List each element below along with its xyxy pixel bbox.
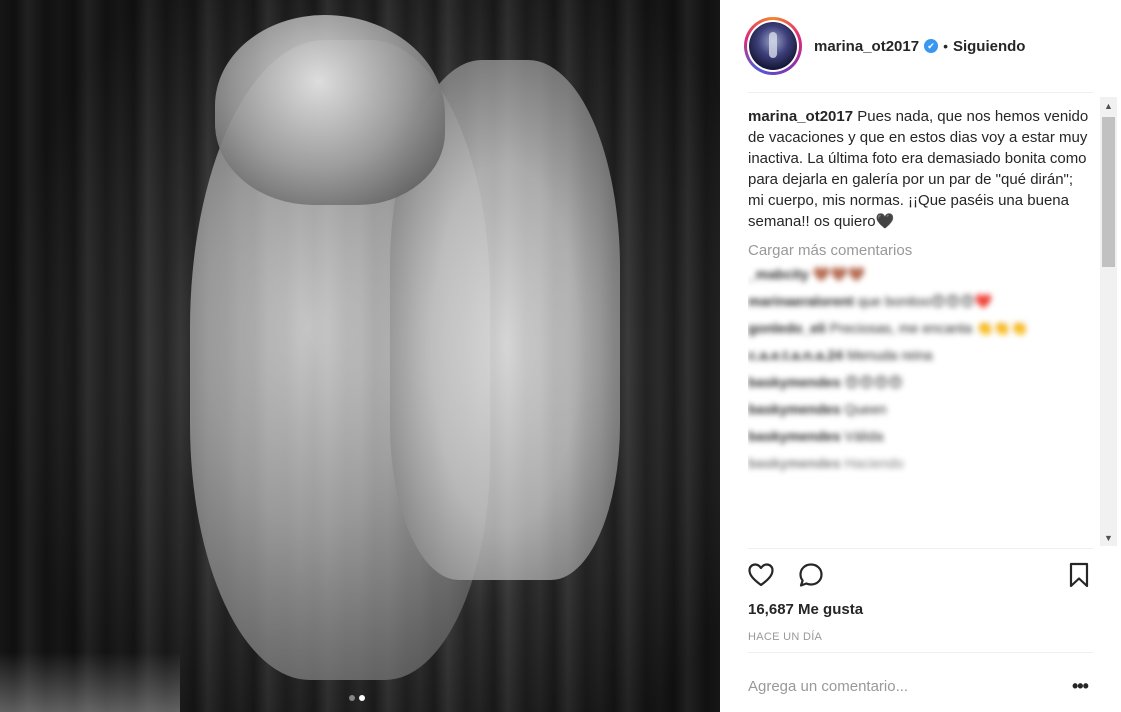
comment-icon[interactable] bbox=[797, 561, 825, 589]
verified-badge-icon: ✔ bbox=[924, 39, 939, 53]
caption-username[interactable]: marina_ot2017 bbox=[748, 108, 853, 125]
bookmark-icon[interactable] bbox=[1065, 561, 1093, 589]
comment-item: baskymendes Haciendo bbox=[748, 451, 1093, 475]
comment-text: Válida bbox=[844, 428, 884, 444]
avatar[interactable] bbox=[749, 22, 797, 70]
more-options-icon[interactable]: ••• bbox=[1072, 676, 1089, 697]
comments-scrollbar[interactable]: ▲ ▼ bbox=[1100, 97, 1117, 546]
comment-username[interactable]: baskymendes bbox=[748, 428, 841, 444]
comment-text: Queen bbox=[844, 401, 887, 417]
likes-count[interactable]: 16,687 Me gusta bbox=[748, 601, 863, 618]
post-actions bbox=[747, 561, 1092, 591]
scrollbar-thumb[interactable] bbox=[1102, 117, 1115, 267]
comment-item: marinaeralorent que bonitoo😍😍😍❤️ bbox=[748, 289, 1093, 313]
avatar-story-ring[interactable] bbox=[744, 17, 802, 75]
carousel-dot-active[interactable] bbox=[359, 695, 365, 701]
divider bbox=[748, 92, 1093, 93]
comment-username[interactable]: marinaeralorent bbox=[748, 293, 854, 309]
scroll-down-arrow-icon[interactable]: ▼ bbox=[1100, 529, 1117, 546]
caption-text: Pues nada, que nos hemos venido de vacac… bbox=[748, 108, 1089, 230]
header-separator: • bbox=[943, 38, 948, 54]
comment-text: 🤎🤎🤎 bbox=[812, 266, 865, 282]
post-header: marina_ot2017 ✔ • Siguiendo bbox=[720, 0, 1121, 92]
photo-rug bbox=[0, 652, 180, 712]
comment-username[interactable]: c.a.e.t.a.n.a.24 bbox=[748, 347, 843, 363]
following-button[interactable]: Siguiendo bbox=[953, 38, 1026, 55]
comment-username[interactable]: baskymendes bbox=[748, 401, 841, 417]
comment-username[interactable]: gonledo_eli bbox=[748, 320, 826, 336]
heart-icon[interactable] bbox=[747, 561, 775, 589]
add-comment-input[interactable]: Agrega un comentario... bbox=[748, 678, 908, 695]
comment-text: Haciendo bbox=[844, 455, 904, 471]
comment-item: c.a.e.t.a.n.a.24 Menuda reina bbox=[748, 343, 1093, 367]
comments-list[interactable]: marina_ot2017 Pues nada, que nos hemos v… bbox=[748, 97, 1093, 547]
comment-item: baskymendes 😍😍😍😍 bbox=[748, 370, 1093, 394]
comment-username[interactable]: baskymendes bbox=[748, 374, 841, 390]
comment-item: _mabcity 🤎🤎🤎 bbox=[748, 262, 1093, 286]
scroll-up-arrow-icon[interactable]: ▲ bbox=[1100, 97, 1117, 114]
comment-username[interactable]: baskymendes bbox=[748, 455, 841, 471]
post-photo[interactable] bbox=[0, 0, 720, 712]
carousel-indicator bbox=[349, 695, 365, 701]
comment-item: gonledo_eli Preciosas, me encanta 👏👏👏 bbox=[748, 316, 1093, 340]
comment-text: que bonitoo😍😍😍❤️ bbox=[857, 293, 993, 309]
header-username[interactable]: marina_ot2017 bbox=[814, 38, 919, 55]
load-more-comments-button[interactable]: Cargar más comentarios bbox=[748, 242, 1093, 259]
comment-text: 😍😍😍😍 bbox=[844, 374, 903, 390]
comment-item: baskymendes Válida bbox=[748, 424, 1093, 448]
post-side-panel: marina_ot2017 ✔ • Siguiendo marina_ot201… bbox=[720, 0, 1121, 712]
caption: marina_ot2017 Pues nada, que nos hemos v… bbox=[748, 106, 1093, 232]
comment-text: Preciosas, me encanta 👏👏👏 bbox=[829, 320, 1029, 336]
carousel-dot[interactable] bbox=[349, 695, 355, 701]
comment-username[interactable]: _mabcity bbox=[748, 266, 809, 282]
comment-item: baskymendes Queen bbox=[748, 397, 1093, 421]
divider bbox=[748, 652, 1093, 653]
post-timestamp[interactable]: HACE UN DÍA bbox=[748, 631, 822, 643]
comment-text: Menuda reina bbox=[846, 347, 933, 363]
divider bbox=[748, 548, 1093, 549]
